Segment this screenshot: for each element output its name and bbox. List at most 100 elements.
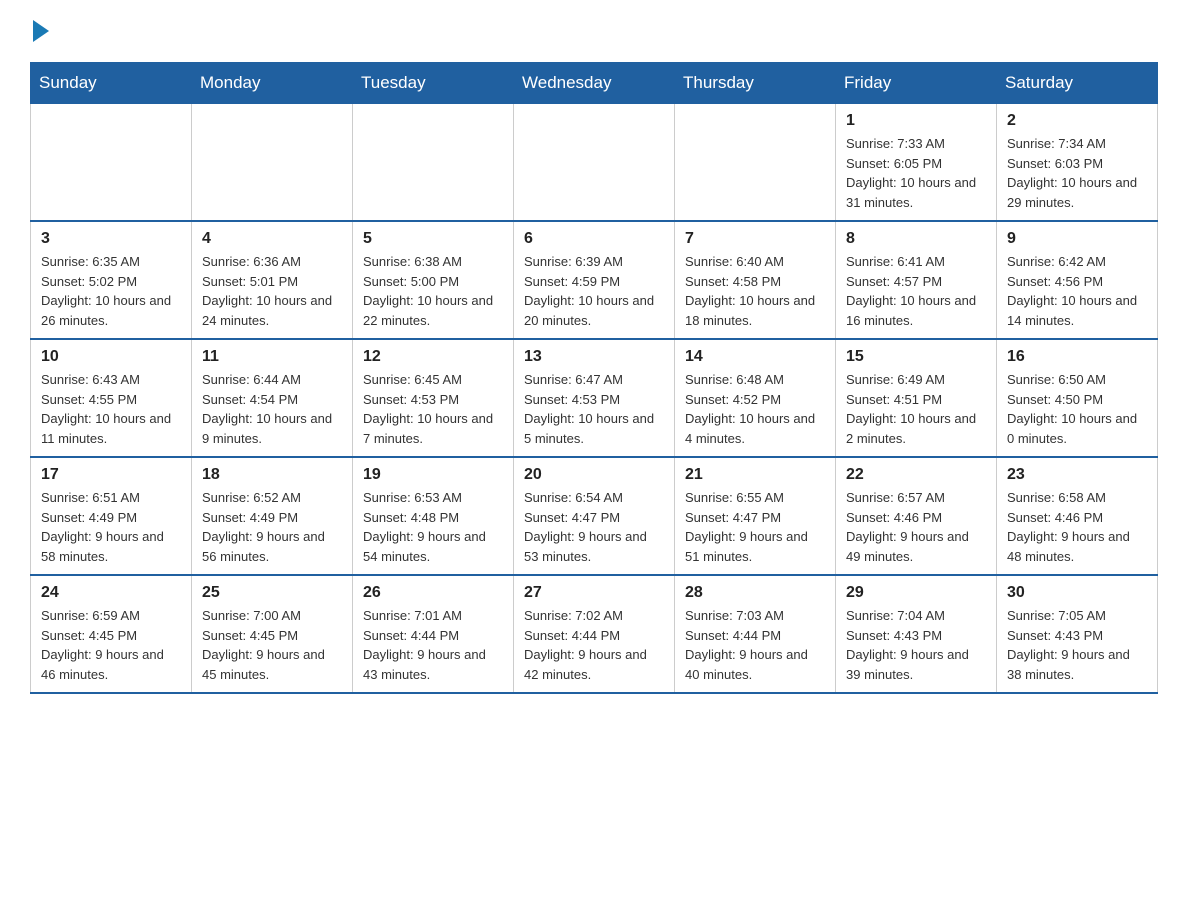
calendar-cell <box>353 104 514 222</box>
calendar-cell: 11 Sunrise: 6:44 AMSunset: 4:54 PMDayligh… <box>192 339 353 457</box>
day-info: Sunrise: 7:05 AMSunset: 4:43 PMDaylight:… <box>1007 606 1147 684</box>
day-info: Sunrise: 6:57 AMSunset: 4:46 PMDaylight:… <box>846 488 986 566</box>
day-number: 23 <box>1007 466 1147 484</box>
calendar-week-row: 10 Sunrise: 6:43 AMSunset: 4:55 PMDayligh… <box>31 339 1158 457</box>
weekday-header-tuesday: Tuesday <box>353 63 514 104</box>
calendar-cell <box>675 104 836 222</box>
day-number: 29 <box>846 584 986 602</box>
day-number: 20 <box>524 466 664 484</box>
weekday-header-monday: Monday <box>192 63 353 104</box>
day-info: Sunrise: 6:39 AMSunset: 4:59 PMDaylight:… <box>524 252 664 330</box>
calendar-cell: 26 Sunrise: 7:01 AMSunset: 4:44 PMDayligh… <box>353 575 514 693</box>
day-info: Sunrise: 6:40 AMSunset: 4:58 PMDaylight:… <box>685 252 825 330</box>
calendar-cell: 25 Sunrise: 7:00 AMSunset: 4:45 PMDayligh… <box>192 575 353 693</box>
day-info: Sunrise: 6:52 AMSunset: 4:49 PMDaylight:… <box>202 488 342 566</box>
day-info: Sunrise: 6:44 AMSunset: 4:54 PMDaylight:… <box>202 370 342 448</box>
day-info: Sunrise: 6:43 AMSunset: 4:55 PMDaylight:… <box>41 370 181 448</box>
calendar-cell: 6 Sunrise: 6:39 AMSunset: 4:59 PMDaylight… <box>514 221 675 339</box>
day-info: Sunrise: 6:45 AMSunset: 4:53 PMDaylight:… <box>363 370 503 448</box>
day-number: 19 <box>363 466 503 484</box>
day-number: 16 <box>1007 348 1147 366</box>
calendar-cell: 23 Sunrise: 6:58 AMSunset: 4:46 PMDayligh… <box>997 457 1158 575</box>
day-number: 8 <box>846 230 986 248</box>
calendar-cell: 20Sunrise: 6:54 AMSunset: 4:47 PMDayligh… <box>514 457 675 575</box>
calendar-cell: 18 Sunrise: 6:52 AMSunset: 4:49 PMDayligh… <box>192 457 353 575</box>
day-number: 24 <box>41 584 181 602</box>
day-number: 25 <box>202 584 342 602</box>
day-number: 17 <box>41 466 181 484</box>
day-info: Sunrise: 6:35 AMSunset: 5:02 PMDaylight:… <box>41 252 181 330</box>
calendar-cell: 24Sunrise: 6:59 AMSunset: 4:45 PMDayligh… <box>31 575 192 693</box>
day-info: Sunrise: 6:50 AMSunset: 4:50 PMDaylight:… <box>1007 370 1147 448</box>
day-info: Sunrise: 7:33 AMSunset: 6:05 PMDaylight:… <box>846 134 986 212</box>
calendar-cell: 16 Sunrise: 6:50 AMSunset: 4:50 PMDayligh… <box>997 339 1158 457</box>
calendar-cell: 12 Sunrise: 6:45 AMSunset: 4:53 PMDayligh… <box>353 339 514 457</box>
day-info: Sunrise: 6:48 AMSunset: 4:52 PMDaylight:… <box>685 370 825 448</box>
day-info: Sunrise: 7:03 AMSunset: 4:44 PMDaylight:… <box>685 606 825 684</box>
day-info: Sunrise: 6:42 AMSunset: 4:56 PMDaylight:… <box>1007 252 1147 330</box>
weekday-header-friday: Friday <box>836 63 997 104</box>
day-number: 5 <box>363 230 503 248</box>
calendar-cell: 19Sunrise: 6:53 AMSunset: 4:48 PMDayligh… <box>353 457 514 575</box>
day-number: 4 <box>202 230 342 248</box>
calendar-cell: 5 Sunrise: 6:38 AMSunset: 5:00 PMDaylight… <box>353 221 514 339</box>
day-info: Sunrise: 6:38 AMSunset: 5:00 PMDaylight:… <box>363 252 503 330</box>
day-number: 26 <box>363 584 503 602</box>
day-number: 1 <box>846 112 986 130</box>
day-info: Sunrise: 6:36 AMSunset: 5:01 PMDaylight:… <box>202 252 342 330</box>
day-number: 11 <box>202 348 342 366</box>
calendar-cell: 7 Sunrise: 6:40 AMSunset: 4:58 PMDaylight… <box>675 221 836 339</box>
day-number: 12 <box>363 348 503 366</box>
day-info: Sunrise: 6:47 AMSunset: 4:53 PMDaylight:… <box>524 370 664 448</box>
calendar-cell: 13 Sunrise: 6:47 AMSunset: 4:53 PMDayligh… <box>514 339 675 457</box>
calendar-cell: 27 Sunrise: 7:02 AMSunset: 4:44 PMDayligh… <box>514 575 675 693</box>
calendar-cell: 28 Sunrise: 7:03 AMSunset: 4:44 PMDayligh… <box>675 575 836 693</box>
calendar-cell: 1 Sunrise: 7:33 AMSunset: 6:05 PMDaylight… <box>836 104 997 222</box>
day-number: 6 <box>524 230 664 248</box>
day-number: 14 <box>685 348 825 366</box>
day-info: Sunrise: 6:58 AMSunset: 4:46 PMDaylight:… <box>1007 488 1147 566</box>
page-header <box>30 20 1158 42</box>
calendar-week-row: 1 Sunrise: 7:33 AMSunset: 6:05 PMDaylight… <box>31 104 1158 222</box>
day-number: 2 <box>1007 112 1147 130</box>
weekday-header-row: SundayMondayTuesdayWednesdayThursdayFrid… <box>31 63 1158 104</box>
day-number: 13 <box>524 348 664 366</box>
day-number: 10 <box>41 348 181 366</box>
day-info: Sunrise: 6:41 AMSunset: 4:57 PMDaylight:… <box>846 252 986 330</box>
calendar-cell: 21 Sunrise: 6:55 AMSunset: 4:47 PMDayligh… <box>675 457 836 575</box>
day-number: 18 <box>202 466 342 484</box>
calendar-cell <box>192 104 353 222</box>
calendar-cell: 15Sunrise: 6:49 AMSunset: 4:51 PMDayligh… <box>836 339 997 457</box>
day-info: Sunrise: 6:55 AMSunset: 4:47 PMDaylight:… <box>685 488 825 566</box>
day-number: 21 <box>685 466 825 484</box>
day-info: Sunrise: 6:49 AMSunset: 4:51 PMDaylight:… <box>846 370 986 448</box>
day-number: 7 <box>685 230 825 248</box>
calendar-cell: 4 Sunrise: 6:36 AMSunset: 5:01 PMDaylight… <box>192 221 353 339</box>
day-info: Sunrise: 7:01 AMSunset: 4:44 PMDaylight:… <box>363 606 503 684</box>
day-info: Sunrise: 7:02 AMSunset: 4:44 PMDaylight:… <box>524 606 664 684</box>
weekday-header-sunday: Sunday <box>31 63 192 104</box>
calendar-week-row: 17 Sunrise: 6:51 AMSunset: 4:49 PMDayligh… <box>31 457 1158 575</box>
calendar-cell: 29 Sunrise: 7:04 AMSunset: 4:43 PMDayligh… <box>836 575 997 693</box>
day-info: Sunrise: 7:04 AMSunset: 4:43 PMDaylight:… <box>846 606 986 684</box>
calendar-cell: 10 Sunrise: 6:43 AMSunset: 4:55 PMDayligh… <box>31 339 192 457</box>
weekday-header-wednesday: Wednesday <box>514 63 675 104</box>
calendar-week-row: 24Sunrise: 6:59 AMSunset: 4:45 PMDayligh… <box>31 575 1158 693</box>
weekday-header-thursday: Thursday <box>675 63 836 104</box>
day-info: Sunrise: 7:00 AMSunset: 4:45 PMDaylight:… <box>202 606 342 684</box>
day-number: 22 <box>846 466 986 484</box>
calendar-cell: 2 Sunrise: 7:34 AMSunset: 6:03 PMDaylight… <box>997 104 1158 222</box>
day-number: 28 <box>685 584 825 602</box>
calendar-cell: 9 Sunrise: 6:42 AMSunset: 4:56 PMDaylight… <box>997 221 1158 339</box>
calendar-cell: 14 Sunrise: 6:48 AMSunset: 4:52 PMDayligh… <box>675 339 836 457</box>
day-number: 27 <box>524 584 664 602</box>
day-number: 30 <box>1007 584 1147 602</box>
calendar-week-row: 3 Sunrise: 6:35 AMSunset: 5:02 PMDaylight… <box>31 221 1158 339</box>
day-number: 3 <box>41 230 181 248</box>
calendar-cell: 3 Sunrise: 6:35 AMSunset: 5:02 PMDaylight… <box>31 221 192 339</box>
day-number: 9 <box>1007 230 1147 248</box>
logo <box>30 20 52 42</box>
day-info: Sunrise: 7:34 AMSunset: 6:03 PMDaylight:… <box>1007 134 1147 212</box>
day-info: Sunrise: 6:51 AMSunset: 4:49 PMDaylight:… <box>41 488 181 566</box>
calendar-cell: 8 Sunrise: 6:41 AMSunset: 4:57 PMDaylight… <box>836 221 997 339</box>
